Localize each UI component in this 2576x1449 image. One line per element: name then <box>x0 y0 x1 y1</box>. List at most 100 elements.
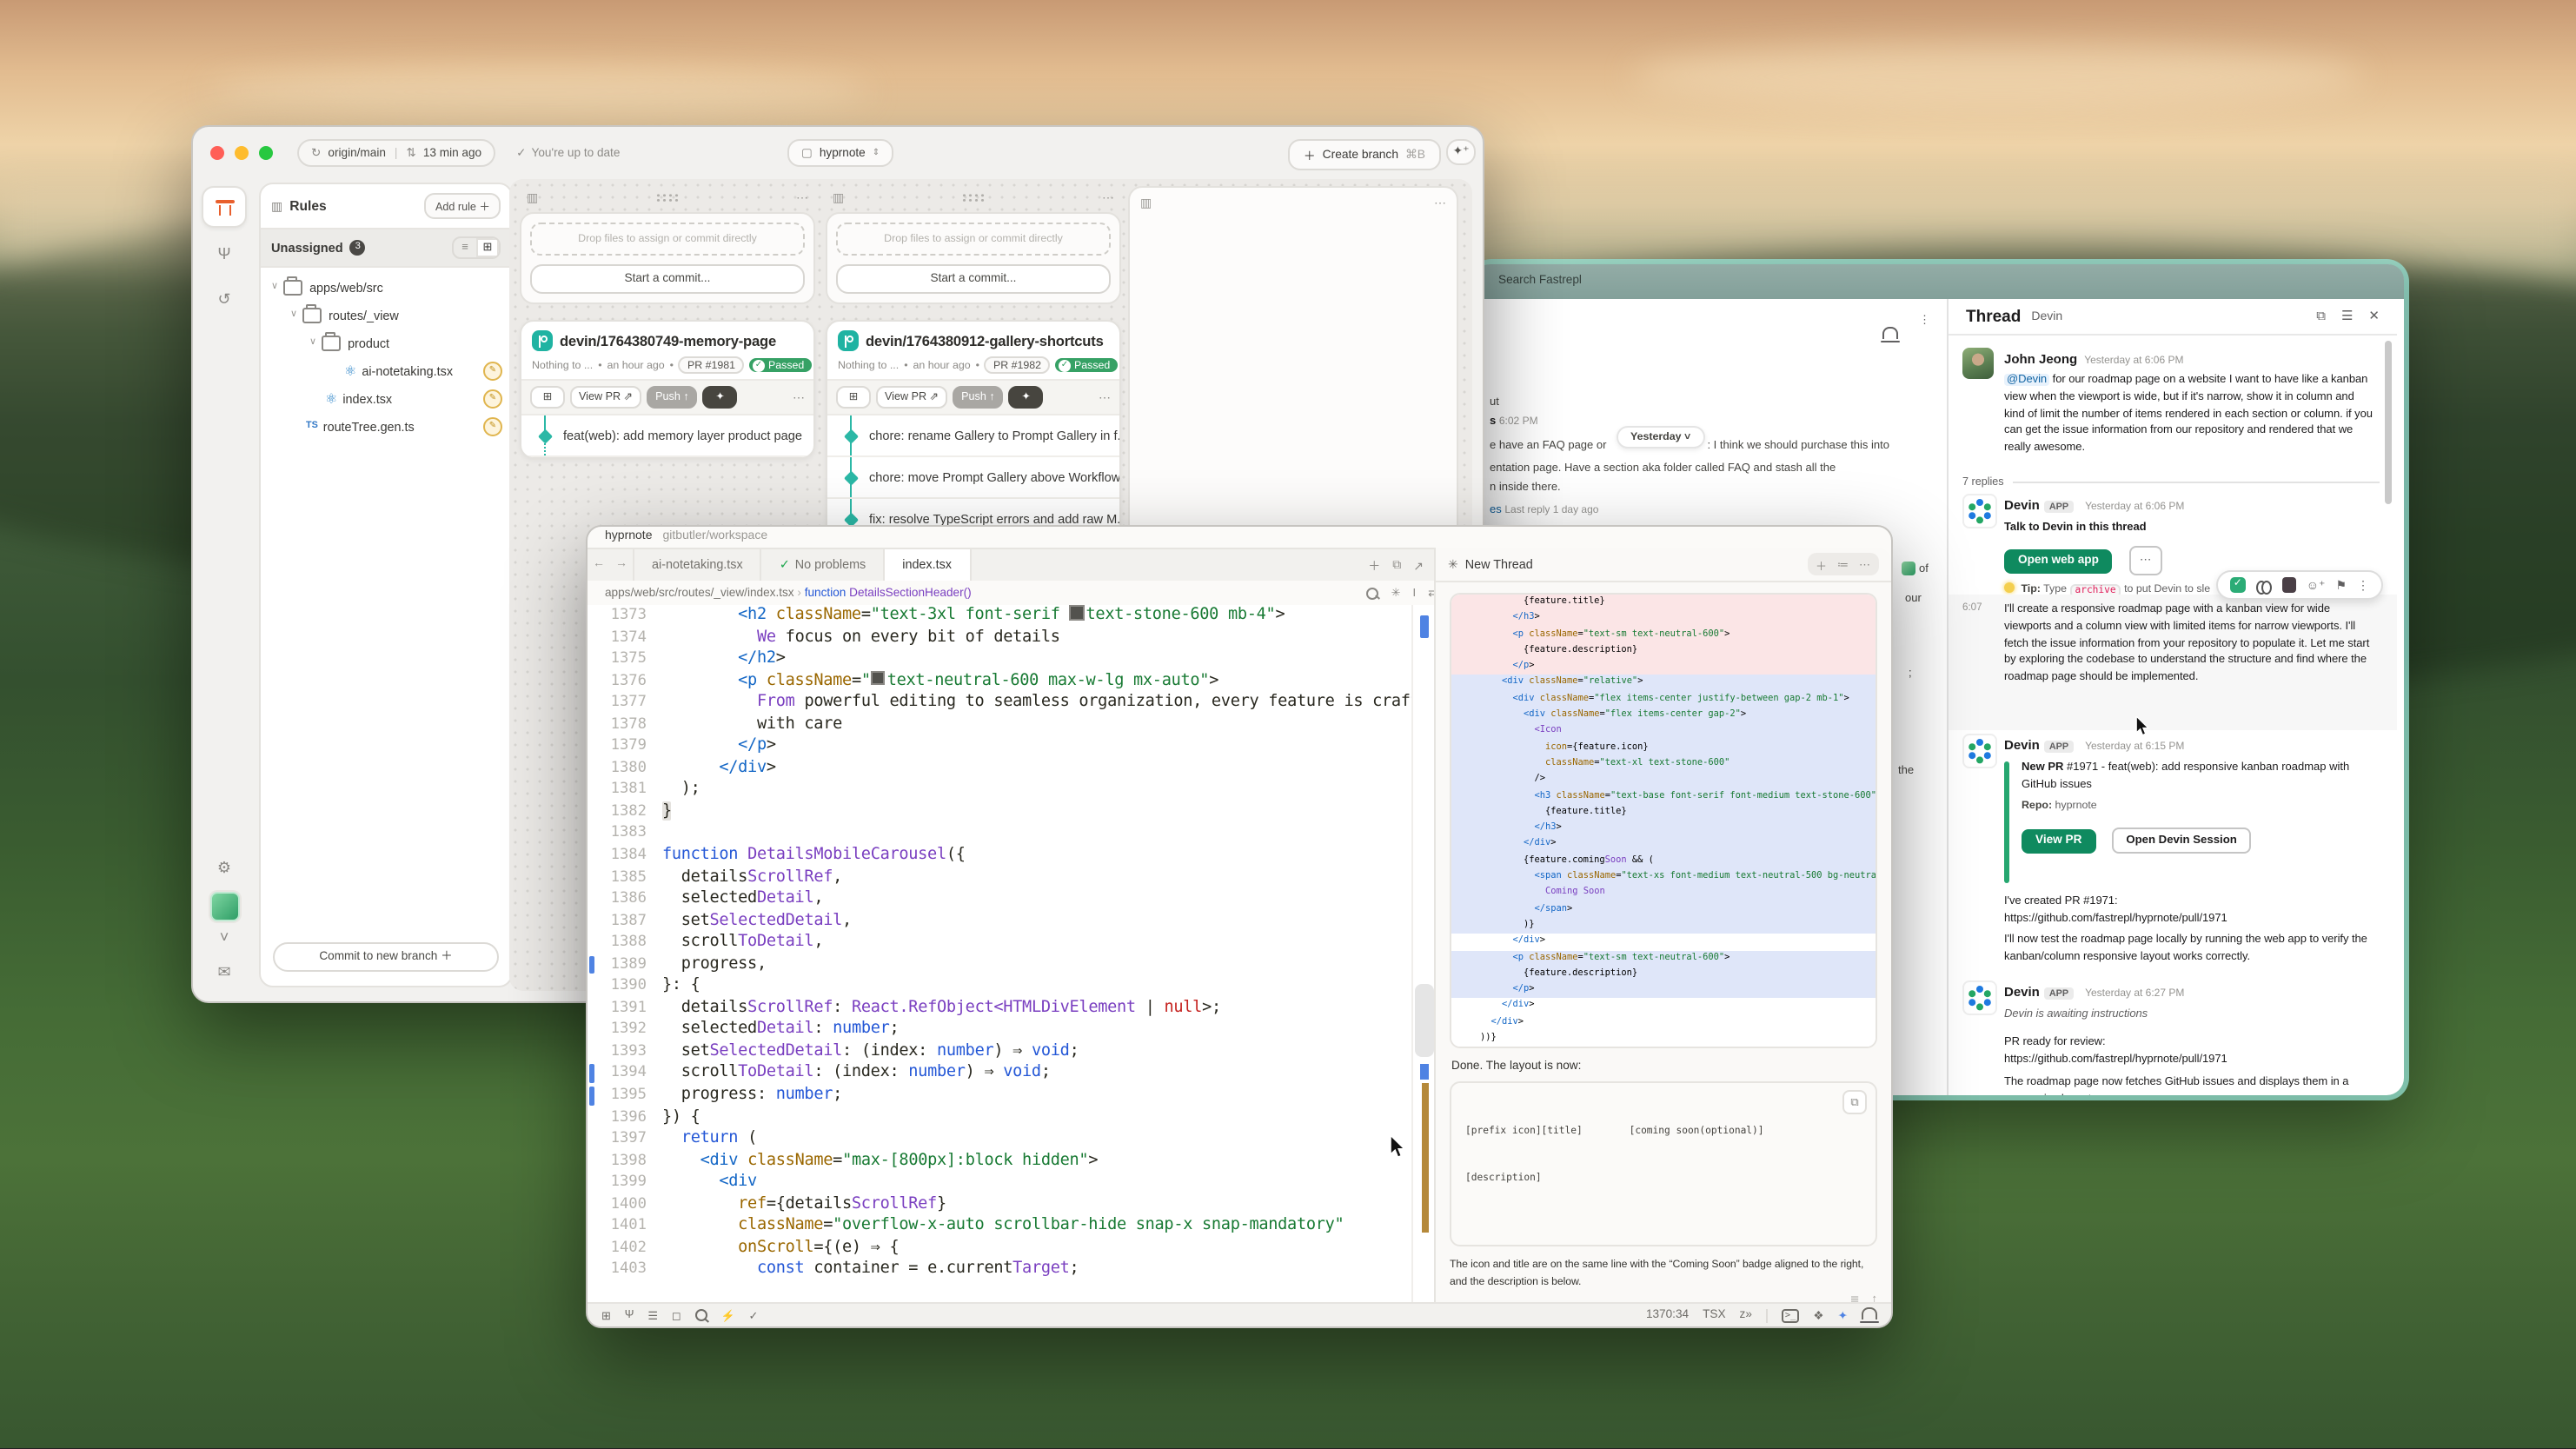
branch-name[interactable]: devin/1764380749-memory-page <box>560 332 776 349</box>
outline-panel-icon[interactable]: ☰ <box>647 1308 657 1322</box>
pr-link[interactable]: https://github.com/fastrepl/hyprnote/pul… <box>2004 1052 2373 1069</box>
close-window-button[interactable] <box>210 146 224 160</box>
settings-gear-icon[interactable]: ⚙ <box>203 848 245 887</box>
annotate-icon[interactable]: ⊞ <box>530 386 565 409</box>
dropzone[interactable]: Drop files to assign or commit directly <box>836 223 1111 256</box>
view-pr-button[interactable]: View PR <box>2022 828 2095 853</box>
checks-passed-badge[interactable]: ✓Passed <box>749 358 811 372</box>
copilot-icon[interactable]: z» <box>1740 1309 1752 1321</box>
language-mode[interactable]: TSX <box>1703 1309 1725 1321</box>
tree-item[interactable]: ∨product <box>261 329 511 356</box>
view-toggle[interactable]: ≡⊞ <box>452 236 501 259</box>
kebab-icon[interactable]: ⋮ <box>2357 578 2369 592</box>
zoom-window-button[interactable] <box>259 146 273 160</box>
eyes-reaction-icon[interactable] <box>2256 580 2272 590</box>
copy-icon[interactable]: ⧉ <box>1842 1091 1867 1115</box>
kebab-icon[interactable]: ⋯ <box>1434 196 1446 209</box>
branch-name[interactable]: devin/1764380912-gallery-shortcuts <box>866 332 1104 349</box>
actions-icon[interactable]: ⚡ <box>721 1308 735 1322</box>
split-icon[interactable]: ⧉ <box>1392 559 1401 573</box>
ai-sparkle-button[interactable]: ✦ <box>1009 386 1044 409</box>
unassigned-section-header[interactable]: Unassigned 3 ≡⊞ <box>261 228 511 268</box>
message-author[interactable]: Devin <box>2004 497 2040 513</box>
date-divider-pill[interactable]: Yesterday ˅ <box>1617 426 1704 449</box>
chevron-down-icon[interactable]: ˅ <box>203 927 245 947</box>
cursor-icon[interactable]: I <box>1412 587 1416 599</box>
tree-item[interactable]: ∨apps/web/src <box>261 273 511 301</box>
dropzone[interactable]: Drop files to assign or commit directly <box>530 223 805 256</box>
panel-icon[interactable]: ▥ <box>527 190 538 204</box>
collab-panel-icon[interactable]: ◻ <box>672 1308 681 1322</box>
thread-replies-link[interactable]: es <box>1490 504 1502 516</box>
expand-icon[interactable]: ↗ <box>1413 559 1424 573</box>
symbols-icon[interactable]: ✳ <box>1391 586 1401 600</box>
debug-icon[interactable]: ❖ <box>1813 1308 1823 1322</box>
project-panel-icon[interactable]: ⊞ <box>601 1308 611 1322</box>
pr-badge[interactable]: PR #1982 <box>985 356 1050 374</box>
start-commit-button[interactable]: Start a commit... <box>530 264 805 294</box>
user-avatar[interactable] <box>209 892 239 921</box>
tab-index-tsx[interactable]: index.tsx <box>885 549 971 582</box>
tree-item[interactable]: ∨routes/_view <box>261 301 511 329</box>
mention[interactable]: @Devin <box>2004 374 2049 386</box>
add-rule-button[interactable]: Add rule ＋ <box>425 193 501 219</box>
project-name[interactable]: hyprnote <box>605 530 653 548</box>
workspace-selector[interactable]: ▢ hyprnote ⇕ <box>787 139 893 167</box>
branch-name[interactable]: gitbutler/workspace <box>663 530 768 548</box>
ai-sparkle-button[interactable]: ✦⁺ <box>1446 139 1476 165</box>
more-actions-button[interactable]: ⋯ <box>2129 545 2162 575</box>
commit-row[interactable]: chore: rename Gallery to Prompt Gallery … <box>827 415 1119 457</box>
pr-badge[interactable]: PR #1981 <box>679 356 744 374</box>
kebab-icon[interactable]: ⋯ <box>1859 557 1870 571</box>
slack-search-input[interactable]: Search Fastrepl <box>1498 275 1582 287</box>
cursor-position[interactable]: 1370:34 <box>1646 1309 1689 1321</box>
push-button[interactable]: Push ↑ <box>647 386 698 409</box>
scrollbar[interactable] <box>2385 341 2392 504</box>
view-pr-button[interactable]: View PR ⇗ <box>570 386 641 409</box>
message-author[interactable]: Devin <box>2004 984 2040 1000</box>
history-icon[interactable]: ≔ <box>1837 557 1849 571</box>
scroll-thumb[interactable] <box>1415 984 1434 1057</box>
code-editor[interactable]: 1373 <h2 className="text-3xl font-serif … <box>588 605 1434 1304</box>
open-devin-session-button[interactable]: Open Devin Session <box>2112 828 2251 854</box>
kebab-icon[interactable]: ⋯ <box>796 190 808 204</box>
create-branch-button[interactable]: ＋Create branch ⌘B <box>1288 139 1441 170</box>
kebab-icon[interactable]: ⋯ <box>793 390 805 404</box>
ai-sparkle-button[interactable]: ✦ <box>703 386 738 409</box>
back-icon[interactable]: ← <box>588 549 610 582</box>
tab-ai-notetaking-tsx[interactable]: ai-notetaking.tsx <box>633 549 762 582</box>
checks-passed-badge[interactable]: ✓Passed <box>1055 358 1117 372</box>
minimize-window-button[interactable] <box>235 146 249 160</box>
workspace-rail-button[interactable] <box>202 186 247 228</box>
open-web-app-button[interactable]: Open web app <box>2004 548 2113 573</box>
bookmark-icon[interactable]: ⚑ <box>2335 578 2347 592</box>
editor-scrollbar[interactable] <box>1411 605 1436 1304</box>
popout-icon[interactable]: ⧉ <box>2316 308 2326 325</box>
message-author[interactable]: John Jeong <box>2004 351 2077 367</box>
notification-bell-icon[interactable] <box>1862 1307 1877 1323</box>
base-branch-pill[interactable]: ↻ origin/main| ⇅ 13 min ago <box>297 139 495 167</box>
breadcrumb[interactable]: apps/web/src/routes/_view/index.tsx › fu… <box>588 581 1451 607</box>
feedback-mail-icon[interactable]: ✉ <box>203 953 245 991</box>
check-reaction-icon[interactable]: ✓ <box>2230 577 2246 593</box>
drag-handle-icon[interactable] <box>655 193 680 202</box>
terminal-icon[interactable]: >_ <box>1782 1308 1800 1322</box>
avatar-devin[interactable] <box>1962 494 1997 528</box>
avatar-devin[interactable] <box>1962 734 1997 768</box>
panel-icon[interactable]: ▥ <box>1140 196 1152 209</box>
tree-item[interactable]: ⚛index.tsx✎ <box>261 384 511 412</box>
push-button[interactable]: Push ↑ <box>953 386 1004 409</box>
annotate-icon[interactable]: ⊞ <box>836 386 871 409</box>
avatar-john[interactable] <box>1962 348 1994 379</box>
panel-icon[interactable]: ▥ <box>833 190 844 204</box>
search-icon[interactable] <box>695 1309 707 1321</box>
new-thread-icon[interactable]: ＋ <box>1816 555 1827 573</box>
diagnostics-check-icon[interactable]: ✓ <box>748 1308 758 1322</box>
forward-icon[interactable]: → <box>610 549 633 582</box>
assistant-sparkle-icon[interactable]: ✦ <box>1838 1308 1848 1322</box>
commit-row[interactable]: chore: move Prompt Gallery above Workflo… <box>827 457 1119 499</box>
history-rail-button[interactable]: ↺ <box>203 280 245 318</box>
view-pr-button[interactable]: View PR ⇗ <box>876 386 947 409</box>
kebab-icon[interactable]: ⋮ <box>1919 313 1930 327</box>
kebab-icon[interactable]: ⋯ <box>1102 190 1114 204</box>
